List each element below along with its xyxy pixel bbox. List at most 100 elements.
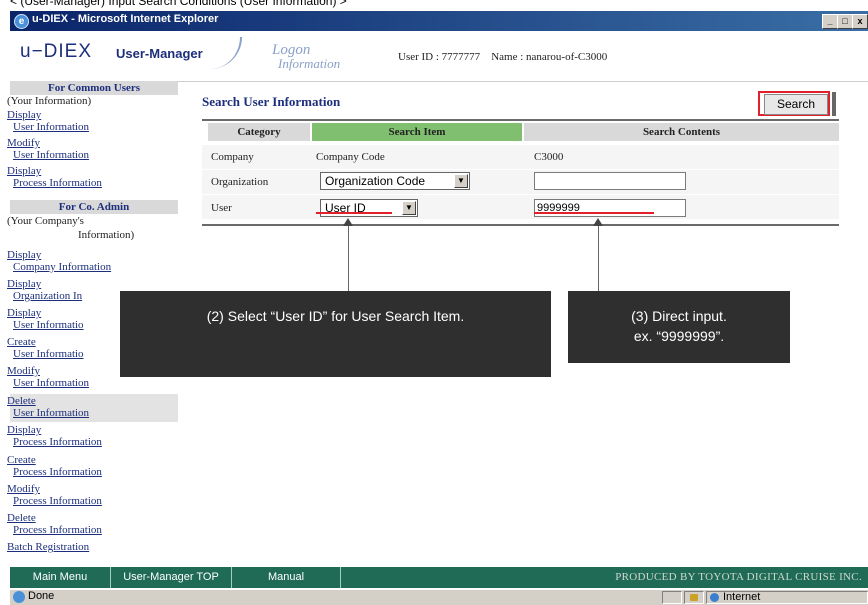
- sidebar-link-modify-user-admin[interactable]: Modify User Information: [7, 365, 89, 389]
- callout-step2-text: (2) Select “User ID” for User Search Ite…: [206, 308, 465, 324]
- link-object: User Informatio: [13, 348, 84, 360]
- sidebar-link-delete-process[interactable]: Delete Process Information: [7, 512, 102, 536]
- arrowhead-step3: [593, 218, 603, 226]
- minimize-button[interactable]: _: [822, 14, 838, 29]
- maximize-button[interactable]: □: [837, 14, 853, 29]
- link-verb: Delete: [7, 395, 36, 407]
- sidebar-link-modify-user[interactable]: Modify User Information: [7, 137, 89, 161]
- chevron-down-icon[interactable]: ▼: [402, 201, 416, 215]
- select-value: Organization Code: [325, 174, 426, 188]
- lock-icon-body: [690, 594, 698, 601]
- link-object: User Information: [13, 377, 90, 389]
- sidebar-heading-admin: For Co. Admin: [10, 200, 178, 214]
- pointer-line-step2: [348, 226, 349, 292]
- lock-icon: [684, 591, 704, 604]
- table-row-company: [202, 145, 839, 169]
- link-object: Process Information: [13, 436, 102, 448]
- sidebar-link-modify-process[interactable]: Modify Process Information: [7, 483, 102, 507]
- close-button[interactable]: x: [852, 14, 868, 29]
- row-search-contents: C3000: [534, 151, 564, 163]
- sidebar-link-display-organization[interactable]: Display Organization In: [7, 278, 82, 302]
- nav-manual[interactable]: Manual: [232, 567, 341, 588]
- sidebar-link-display-process-admin[interactable]: Display Process Information: [7, 424, 102, 448]
- row-category: User: [211, 202, 232, 214]
- link-verb: Display: [7, 249, 42, 261]
- chevron-down-icon[interactable]: ▼: [454, 174, 468, 188]
- link-object: Process Information: [13, 177, 102, 189]
- information-label: Information: [278, 56, 341, 71]
- user-search-item-select[interactable]: User ID ▼: [320, 199, 418, 217]
- input-underline: [534, 212, 654, 214]
- status-cell: [662, 591, 682, 604]
- link-verb: Create: [7, 336, 36, 348]
- organization-search-item-select[interactable]: Organization Code ▼: [320, 172, 470, 190]
- sidebar-link-display-user[interactable]: Display User Information: [7, 109, 89, 133]
- link-object: Company Information: [13, 261, 112, 273]
- table-row-user: [202, 195, 839, 219]
- link-verb: Create: [7, 454, 36, 466]
- zone-text: Internet: [723, 591, 761, 603]
- table-top-rule: [202, 119, 839, 121]
- ie-icon: e: [14, 14, 29, 29]
- sidebar-link-delete-user[interactable]: Delete User Information: [7, 395, 89, 419]
- row-category: Organization: [211, 176, 269, 188]
- link-verb: Modify: [7, 483, 40, 495]
- row-category: Company: [211, 151, 254, 163]
- sidebar-link-batch-registration[interactable]: Batch Registration: [7, 541, 89, 553]
- link-verb: Display: [7, 165, 42, 177]
- app-subtitle: User-Manager: [116, 46, 203, 61]
- app-header: u−DIEX User-Manager Logon Information Us…: [10, 31, 868, 82]
- sidebar-link-create-user[interactable]: Create User Informatio: [7, 336, 84, 360]
- user-id-text: User ID : 7777777: [398, 51, 481, 63]
- callout-step3-line1: (3) Direct input.: [631, 308, 727, 324]
- bottom-nav: Main Menu User-Manager TOP Manual PRODUC…: [10, 567, 868, 588]
- column-header-search-contents: Search Contents: [524, 123, 839, 141]
- sidebar-link-display-company[interactable]: Display Company Information: [7, 249, 111, 273]
- sidebar-link-create-process[interactable]: Create Process Information: [7, 454, 102, 478]
- arrowhead-step2: [343, 218, 353, 226]
- status-text: Done: [28, 590, 55, 602]
- link-verb: Display: [7, 307, 42, 319]
- search-button[interactable]: Search: [764, 94, 828, 115]
- table-row-organization: [202, 170, 839, 194]
- page-icon: [13, 591, 25, 603]
- sidebar-note-admin-1: (Your Company's: [7, 215, 84, 227]
- search-button-shadow: [832, 92, 836, 116]
- link-object: User Information: [13, 407, 90, 419]
- produced-by: PRODUCED BY TOYOTA DIGITAL CRUISE INC.: [615, 571, 862, 583]
- slide-caption: < (User-Manager) Input Search Conditions…: [10, 0, 347, 8]
- sidebar-note-admin-2: Information): [78, 229, 135, 241]
- sidebar-link-display-user-admin[interactable]: Display User Informatio: [7, 307, 84, 331]
- callout-step3: (3) Direct input. ex. “9999999”.: [568, 291, 790, 363]
- app-logo: u−DIEX: [20, 41, 93, 62]
- column-header-category: Category: [208, 123, 310, 141]
- zone-cell: Internet: [706, 591, 868, 604]
- callout-step3-line2: ex. “9999999”.: [633, 328, 725, 344]
- status-bar: Done Internet: [10, 589, 868, 605]
- link-object: Organization In: [13, 290, 83, 302]
- link-verb: Modify: [7, 137, 40, 149]
- user-info: User ID : 7777777 Name : nanarou-of-C300…: [398, 51, 607, 63]
- sidebar-note-common: (Your Information): [7, 95, 92, 107]
- nav-main-menu[interactable]: Main Menu: [10, 567, 111, 588]
- logon-information-label: Logon Information: [272, 43, 340, 71]
- link-verb: Display: [7, 278, 42, 290]
- organization-search-contents-input[interactable]: [534, 172, 686, 190]
- logo-swoosh: [206, 37, 242, 69]
- table-bottom-rule: [202, 224, 839, 226]
- sidebar-link-display-process[interactable]: Display Process Information: [7, 165, 102, 189]
- link-object: Process Information: [13, 524, 102, 536]
- link-object: Process Information: [13, 495, 102, 507]
- column-header-search-item: Search Item: [312, 123, 522, 141]
- sidebar-heading-common: For Common Users: [10, 81, 178, 95]
- link-object: Process Information: [13, 466, 102, 478]
- row-search-item: Company Code: [316, 151, 385, 163]
- user-search-contents-input[interactable]: 9999999: [534, 199, 686, 217]
- link-verb: Display: [7, 424, 42, 436]
- pointer-line-step3: [598, 226, 599, 292]
- window-title-bar: e u-DIEX - Microsoft Internet Explorer _…: [10, 11, 868, 31]
- nav-user-manager-top[interactable]: User-Manager TOP: [111, 567, 232, 588]
- link-verb: Display: [7, 109, 42, 121]
- link-object: User Information: [13, 121, 90, 133]
- link-verb: Delete: [7, 512, 36, 524]
